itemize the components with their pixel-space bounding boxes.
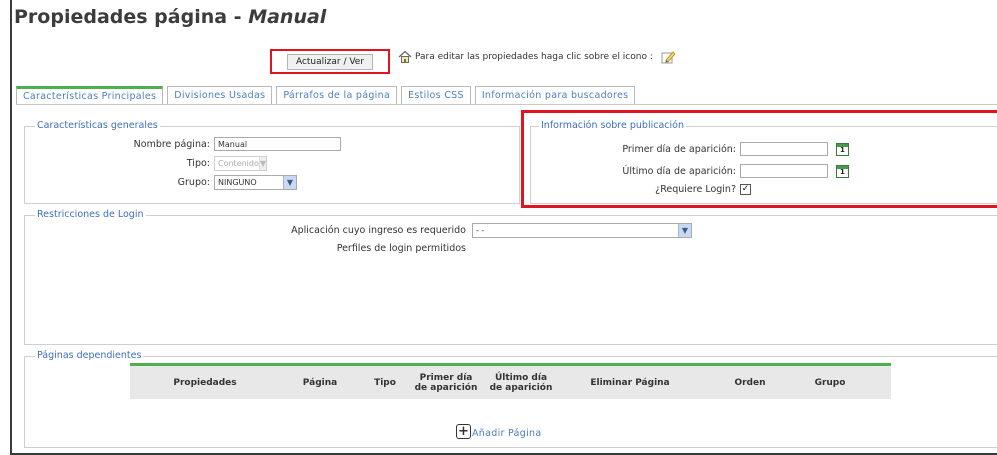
name-row: Nombre página: Manual xyxy=(100,137,341,151)
col-properties: Propiedades xyxy=(173,377,237,388)
group-label: Grupo: xyxy=(177,177,210,188)
group-row: Grupo: NINGUNO ▼ xyxy=(100,175,297,190)
add-page-label[interactable]: Añadir Página xyxy=(472,428,541,439)
group-value: NINGUNO xyxy=(218,178,257,187)
publication-highlight xyxy=(521,110,997,208)
page-title-prefix: Propiedades página - xyxy=(14,6,249,28)
col-page: Página xyxy=(302,377,338,388)
dependents-table-header: Propiedades Página Tipo Primer día de apa… xyxy=(130,363,891,399)
page-name-field[interactable]: Manual xyxy=(214,137,341,151)
type-label: Tipo: xyxy=(186,158,210,169)
update-view-button[interactable]: Actualizar / Ver xyxy=(286,53,374,70)
add-page-button[interactable]: + Añadir Página xyxy=(456,424,541,439)
tab-main-features[interactable]: Características Principales xyxy=(16,86,164,104)
login-legend: Restricciones de Login xyxy=(35,209,146,220)
edit-hint-text: Para editar las propiedades haga clic so… xyxy=(415,52,653,62)
tab-divisions[interactable]: Divisiones Usadas xyxy=(167,86,273,104)
type-select: Contenido ▼ xyxy=(214,156,267,171)
col-delete-page: Eliminar Página xyxy=(590,377,670,388)
col-type: Tipo xyxy=(374,377,396,388)
edit-icon[interactable] xyxy=(660,49,676,65)
profiles-row: Perfiles de login permitidos xyxy=(200,243,466,254)
app-label: Aplicación cuyo ingreso es requerido xyxy=(291,225,466,236)
col-order: Orden xyxy=(734,377,766,388)
app-select[interactable]: - - ▼ xyxy=(472,223,692,238)
page-title-name: Manual xyxy=(248,6,327,28)
page-title: Propiedades página - Manual xyxy=(14,6,326,28)
group-select[interactable]: NINGUNO ▼ xyxy=(214,175,297,190)
app-row: Aplicación cuyo ingreso es requerido - -… xyxy=(200,223,692,238)
tab-paragraphs[interactable]: Párrafos de la página xyxy=(276,86,398,104)
edit-hint: Para editar las propiedades haga clic so… xyxy=(398,49,676,65)
app-value: - - xyxy=(476,226,485,235)
col-group: Grupo xyxy=(814,377,846,388)
dependents-legend: Páginas dependientes xyxy=(35,350,144,361)
home-icon xyxy=(398,50,412,63)
tab-search-info[interactable]: Información para buscadores xyxy=(474,86,636,104)
name-label: Nombre página: xyxy=(133,138,210,150)
type-row: Tipo: Contenido ▼ xyxy=(100,156,267,171)
update-view-button-highlight: Actualizar / Ver xyxy=(270,49,390,74)
type-value: Contenido xyxy=(218,159,259,168)
chevron-down-icon[interactable]: ▼ xyxy=(678,224,691,237)
tab-css-styles[interactable]: Estilos CSS xyxy=(401,86,471,104)
general-legend: Características generales xyxy=(35,120,160,131)
profiles-label: Perfiles de login permitidos xyxy=(336,243,466,254)
chevron-down-icon[interactable]: ▼ xyxy=(283,176,296,189)
tab-bar: Características Principales Divisiones U… xyxy=(16,86,636,104)
col-last-day: Último día de aparición xyxy=(489,372,553,393)
chevron-down-icon: ▼ xyxy=(258,157,267,170)
col-first-day: Primer día de aparición xyxy=(414,372,478,393)
tab-underline xyxy=(16,104,997,105)
add-icon[interactable]: + xyxy=(456,424,471,439)
